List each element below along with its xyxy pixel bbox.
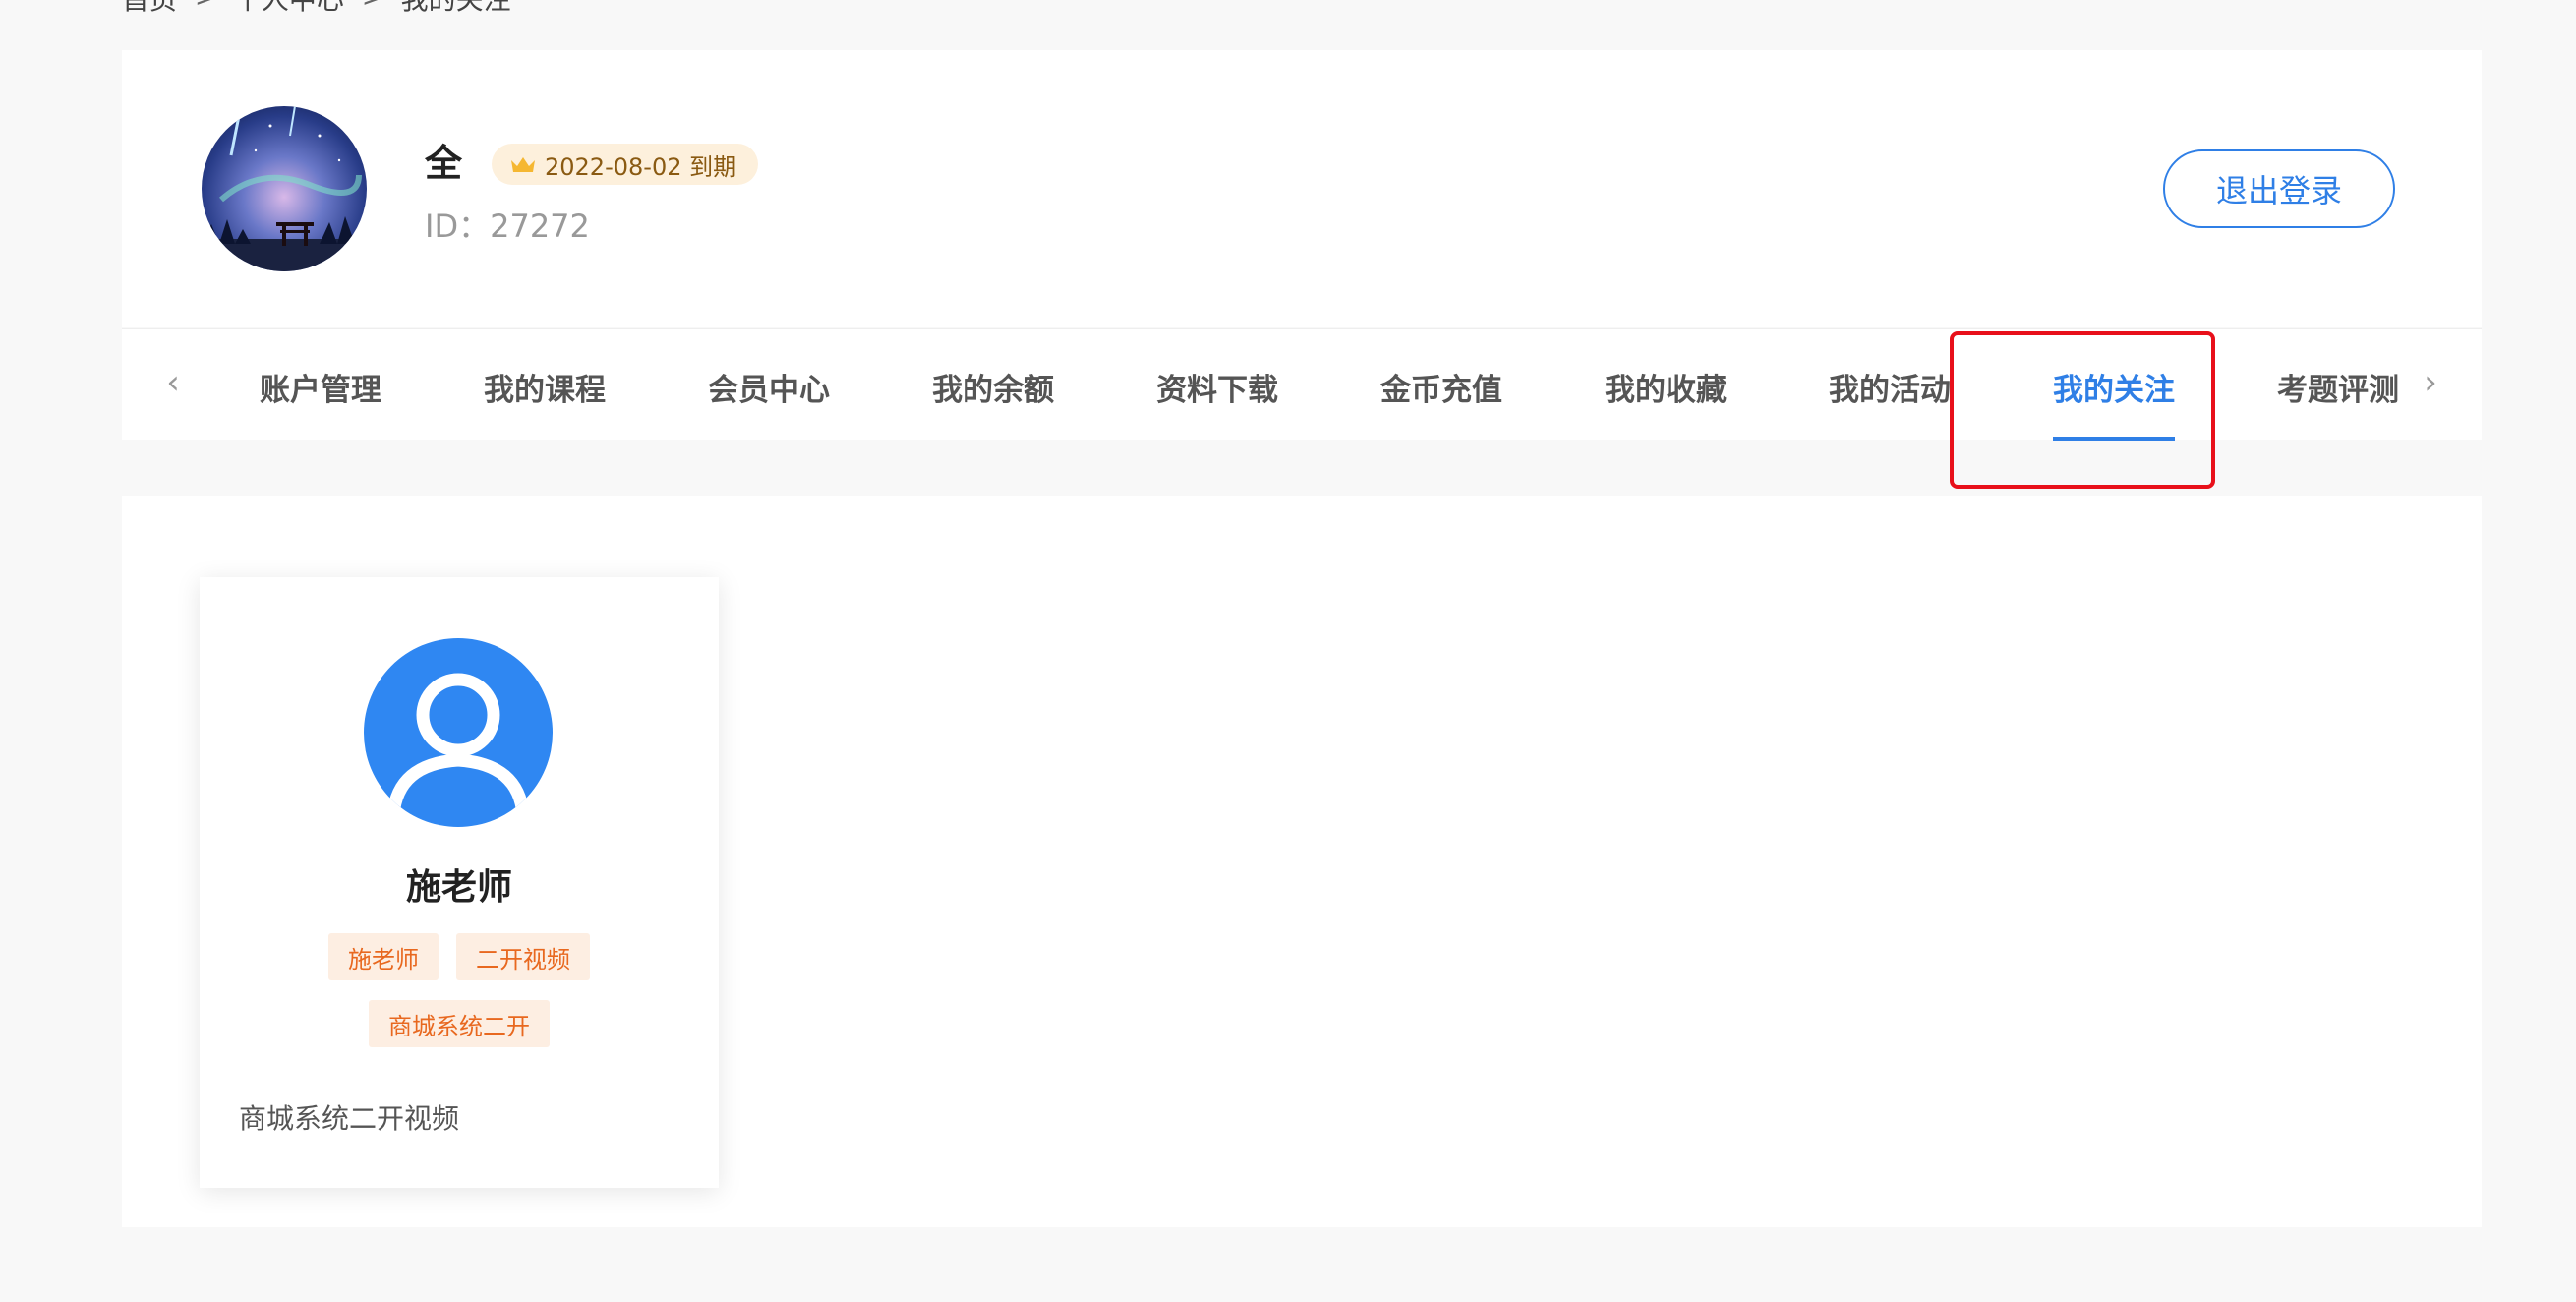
user-name: 全 xyxy=(425,142,463,185)
vip-badge: 2022-08-02 到期 xyxy=(492,144,759,185)
follows-content: 施老师 施老师 二开视频 商城系统二开 商城系统二开视频 xyxy=(122,496,2482,1227)
tag: 商城系统二开 xyxy=(369,1000,550,1047)
tab-downloads[interactable]: 资料下载 xyxy=(1156,365,1278,441)
tab-account-management[interactable]: 账户管理 xyxy=(260,365,381,441)
tab-my-activities[interactable]: 我的活动 xyxy=(1829,365,1966,441)
user-id-label: ID： xyxy=(425,207,491,245)
teacher-name: 施老师 xyxy=(405,867,512,908)
vip-expiry-text: 2022-08-02 到期 xyxy=(545,152,737,181)
tab-member-center[interactable]: 会员中心 xyxy=(708,365,830,441)
teacher-tags: 施老师 二开视频 商城系统二开 xyxy=(259,933,660,1047)
user-id-value: 27272 xyxy=(490,207,590,245)
tab-my-courses[interactable]: 我的课程 xyxy=(484,365,606,441)
user-id: ID：27272 xyxy=(425,202,590,247)
breadcrumb-separator: > xyxy=(362,0,383,13)
breadcrumb-home[interactable]: 首页 xyxy=(122,0,177,18)
tab-my-favorites[interactable]: 我的收藏 xyxy=(1605,365,1727,441)
logout-button[interactable]: 退出登录 xyxy=(2163,149,2395,228)
tag: 施老师 xyxy=(328,933,439,980)
breadcrumb: 首页 > 个人中心 > 我的关注 xyxy=(122,0,511,18)
highlight-annotation xyxy=(1950,331,2215,489)
user-avatar-icon xyxy=(364,638,553,827)
breadcrumb-personal-center[interactable]: 个人中心 xyxy=(234,0,344,18)
breadcrumb-separator: > xyxy=(195,0,216,13)
teacher-card[interactable]: 施老师 施老师 二开视频 商城系统二开 商城系统二开视频 xyxy=(200,577,719,1188)
tag: 二开视频 xyxy=(456,933,590,980)
crown-icon xyxy=(511,157,535,172)
chevron-right-icon[interactable]: › xyxy=(2411,363,2450,402)
teacher-description: 商城系统二开视频 xyxy=(239,1102,460,1135)
avatar[interactable] xyxy=(202,106,367,271)
chevron-left-icon[interactable]: ‹ xyxy=(153,363,193,402)
profile-card: 全 2022-08-02 到期 ID：27272 退出登录 xyxy=(122,50,2482,327)
tab-my-balance[interactable]: 我的余额 xyxy=(932,365,1054,441)
tab-coin-recharge[interactable]: 金币充值 xyxy=(1380,365,1502,441)
tab-exam-evaluation[interactable]: 考题评测 xyxy=(2277,365,2399,441)
breadcrumb-current: 我的关注 xyxy=(401,0,511,18)
